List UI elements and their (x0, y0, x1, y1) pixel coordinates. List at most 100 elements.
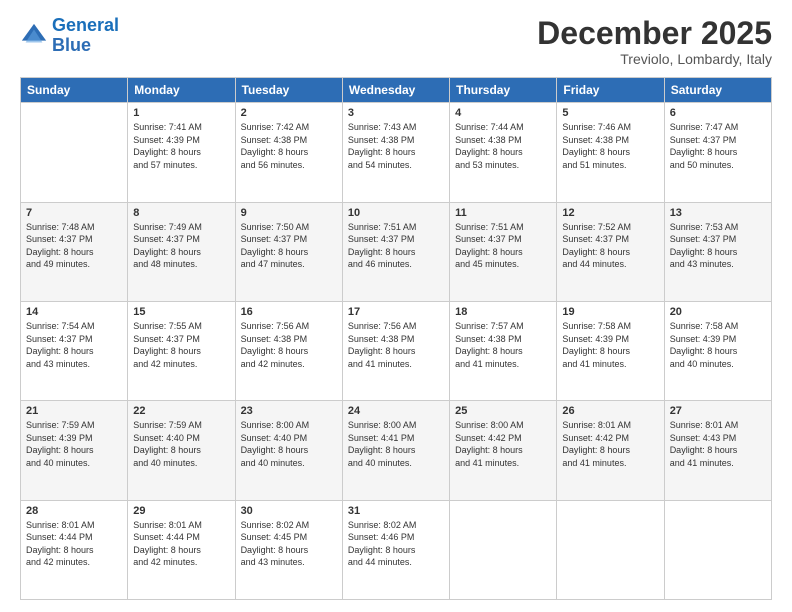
day-info: Sunrise: 8:00 AM Sunset: 4:42 PM Dayligh… (455, 419, 551, 469)
day-info: Sunrise: 7:54 AM Sunset: 4:37 PM Dayligh… (26, 320, 122, 370)
col-header-sunday: Sunday (21, 78, 128, 103)
day-number: 5 (562, 107, 658, 119)
day-cell: 22Sunrise: 7:59 AM Sunset: 4:40 PM Dayli… (128, 401, 235, 500)
day-cell: 31Sunrise: 8:02 AM Sunset: 4:46 PM Dayli… (342, 500, 449, 599)
day-cell: 14 Sunrise: 7:54 AM Sunset: 4:37 PM Dayli… (21, 301, 128, 400)
day-cell (450, 500, 557, 599)
day-info: Sunrise: 8:01 AM Sunset: 4:44 PM Dayligh… (133, 519, 229, 569)
day-info: Sunrise: 8:02 AM Sunset: 4:45 PM Dayligh… (241, 519, 337, 569)
day-cell: 18Sunrise: 7:57 AM Sunset: 4:38 PM Dayli… (450, 301, 557, 400)
day-info: Sunrise: 7:59 AM Sunset: 4:39 PM Dayligh… (26, 419, 122, 469)
day-cell: 28Sunrise: 8:01 AM Sunset: 4:44 PM Dayli… (21, 500, 128, 599)
day-info: Sunrise: 8:00 AM Sunset: 4:40 PM Dayligh… (241, 419, 337, 469)
day-number: 24 (348, 405, 444, 417)
day-number: 13 (670, 207, 766, 219)
day-info: Sunrise: 7:52 AM Sunset: 4:37 PM Dayligh… (562, 221, 658, 271)
day-cell: 21 Sunrise: 7:59 AM Sunset: 4:39 PM Dayli… (21, 401, 128, 500)
day-number: 21 (26, 405, 122, 417)
col-header-thursday: Thursday (450, 78, 557, 103)
week-row-4: 28Sunrise: 8:01 AM Sunset: 4:44 PM Dayli… (21, 500, 772, 599)
logo-icon (20, 22, 48, 50)
day-number: 14 (26, 306, 122, 318)
day-number: 30 (241, 505, 337, 517)
day-cell: 24 Sunrise: 8:00 AM Sunset: 4:41 PM Dayli… (342, 401, 449, 500)
day-number: 17 (348, 306, 444, 318)
day-number: 6 (670, 107, 766, 119)
calendar-table: SundayMondayTuesdayWednesdayThursdayFrid… (20, 77, 772, 600)
logo-line1: General (52, 15, 119, 35)
day-cell: 8 Sunrise: 7:49 AM Sunset: 4:37 PM Daylig… (128, 202, 235, 301)
day-cell: 9 Sunrise: 7:50 AM Sunset: 4:37 PM Daylig… (235, 202, 342, 301)
day-number: 23 (241, 405, 337, 417)
col-header-monday: Monday (128, 78, 235, 103)
day-number: 8 (133, 207, 229, 219)
day-cell: 19 Sunrise: 7:58 AM Sunset: 4:39 PM Dayli… (557, 301, 664, 400)
day-info: Sunrise: 7:58 AM Sunset: 4:39 PM Dayligh… (562, 320, 658, 370)
day-cell: 27Sunrise: 8:01 AM Sunset: 4:43 PM Dayli… (664, 401, 771, 500)
day-cell: 1 Sunrise: 7:41 AM Sunset: 4:39 PM Daylig… (128, 103, 235, 202)
day-number: 2 (241, 107, 337, 119)
day-cell (664, 500, 771, 599)
day-info: Sunrise: 7:46 AM Sunset: 4:38 PM Dayligh… (562, 121, 658, 171)
day-info: Sunrise: 7:57 AM Sunset: 4:38 PM Dayligh… (455, 320, 551, 370)
day-info: Sunrise: 7:49 AM Sunset: 4:37 PM Dayligh… (133, 221, 229, 271)
day-info: Sunrise: 7:51 AM Sunset: 4:37 PM Dayligh… (348, 221, 444, 271)
day-number: 9 (241, 207, 337, 219)
day-cell (21, 103, 128, 202)
day-info: Sunrise: 7:56 AM Sunset: 4:38 PM Dayligh… (348, 320, 444, 370)
page: General Blue December 2025 Treviolo, Lom… (0, 0, 792, 612)
day-number: 29 (133, 505, 229, 517)
col-header-wednesday: Wednesday (342, 78, 449, 103)
logo-line2: Blue (52, 35, 91, 55)
day-number: 20 (670, 306, 766, 318)
col-header-friday: Friday (557, 78, 664, 103)
day-cell: 23 Sunrise: 8:00 AM Sunset: 4:40 PM Dayli… (235, 401, 342, 500)
day-info: Sunrise: 8:02 AM Sunset: 4:46 PM Dayligh… (348, 519, 444, 569)
day-cell: 26Sunrise: 8:01 AM Sunset: 4:42 PM Dayli… (557, 401, 664, 500)
day-number: 10 (348, 207, 444, 219)
day-cell: 16Sunrise: 7:56 AM Sunset: 4:38 PM Dayli… (235, 301, 342, 400)
day-cell: 13 Sunrise: 7:53 AM Sunset: 4:37 PM Dayli… (664, 202, 771, 301)
day-info: Sunrise: 7:55 AM Sunset: 4:37 PM Dayligh… (133, 320, 229, 370)
day-cell: 20 Sunrise: 7:58 AM Sunset: 4:39 PM Dayli… (664, 301, 771, 400)
week-row-0: 1 Sunrise: 7:41 AM Sunset: 4:39 PM Daylig… (21, 103, 772, 202)
header: General Blue December 2025 Treviolo, Lom… (20, 16, 772, 67)
title-block: December 2025 Treviolo, Lombardy, Italy (537, 16, 772, 67)
day-cell: 12 Sunrise: 7:52 AM Sunset: 4:37 PM Dayli… (557, 202, 664, 301)
day-number: 26 (562, 405, 658, 417)
day-cell: 17 Sunrise: 7:56 AM Sunset: 4:38 PM Dayli… (342, 301, 449, 400)
day-cell: 11Sunrise: 7:51 AM Sunset: 4:37 PM Dayli… (450, 202, 557, 301)
day-cell: 6 Sunrise: 7:47 AM Sunset: 4:37 PM Daylig… (664, 103, 771, 202)
logo: General Blue (20, 16, 119, 56)
week-row-1: 7Sunrise: 7:48 AM Sunset: 4:37 PM Daylig… (21, 202, 772, 301)
day-number: 15 (133, 306, 229, 318)
logo-text: General Blue (52, 16, 119, 56)
day-cell: 30 Sunrise: 8:02 AM Sunset: 4:45 PM Dayli… (235, 500, 342, 599)
day-info: Sunrise: 7:41 AM Sunset: 4:39 PM Dayligh… (133, 121, 229, 171)
day-info: Sunrise: 7:53 AM Sunset: 4:37 PM Dayligh… (670, 221, 766, 271)
day-info: Sunrise: 7:44 AM Sunset: 4:38 PM Dayligh… (455, 121, 551, 171)
day-number: 12 (562, 207, 658, 219)
col-header-tuesday: Tuesday (235, 78, 342, 103)
day-info: Sunrise: 7:47 AM Sunset: 4:37 PM Dayligh… (670, 121, 766, 171)
main-title: December 2025 (537, 16, 772, 51)
day-number: 22 (133, 405, 229, 417)
subtitle: Treviolo, Lombardy, Italy (537, 51, 772, 67)
day-cell: 25 Sunrise: 8:00 AM Sunset: 4:42 PM Dayli… (450, 401, 557, 500)
day-info: Sunrise: 7:56 AM Sunset: 4:38 PM Dayligh… (241, 320, 337, 370)
day-cell: 3Sunrise: 7:43 AM Sunset: 4:38 PM Daylig… (342, 103, 449, 202)
day-cell: 4Sunrise: 7:44 AM Sunset: 4:38 PM Daylig… (450, 103, 557, 202)
week-row-3: 21 Sunrise: 7:59 AM Sunset: 4:39 PM Dayli… (21, 401, 772, 500)
day-number: 19 (562, 306, 658, 318)
day-cell: 10 Sunrise: 7:51 AM Sunset: 4:37 PM Dayli… (342, 202, 449, 301)
day-info: Sunrise: 7:58 AM Sunset: 4:39 PM Dayligh… (670, 320, 766, 370)
day-number: 27 (670, 405, 766, 417)
day-number: 1 (133, 107, 229, 119)
day-number: 25 (455, 405, 551, 417)
day-number: 7 (26, 207, 122, 219)
day-info: Sunrise: 8:00 AM Sunset: 4:41 PM Dayligh… (348, 419, 444, 469)
col-header-saturday: Saturday (664, 78, 771, 103)
day-info: Sunrise: 7:50 AM Sunset: 4:37 PM Dayligh… (241, 221, 337, 271)
day-info: Sunrise: 8:01 AM Sunset: 4:44 PM Dayligh… (26, 519, 122, 569)
day-cell: 2Sunrise: 7:42 AM Sunset: 4:38 PM Daylig… (235, 103, 342, 202)
